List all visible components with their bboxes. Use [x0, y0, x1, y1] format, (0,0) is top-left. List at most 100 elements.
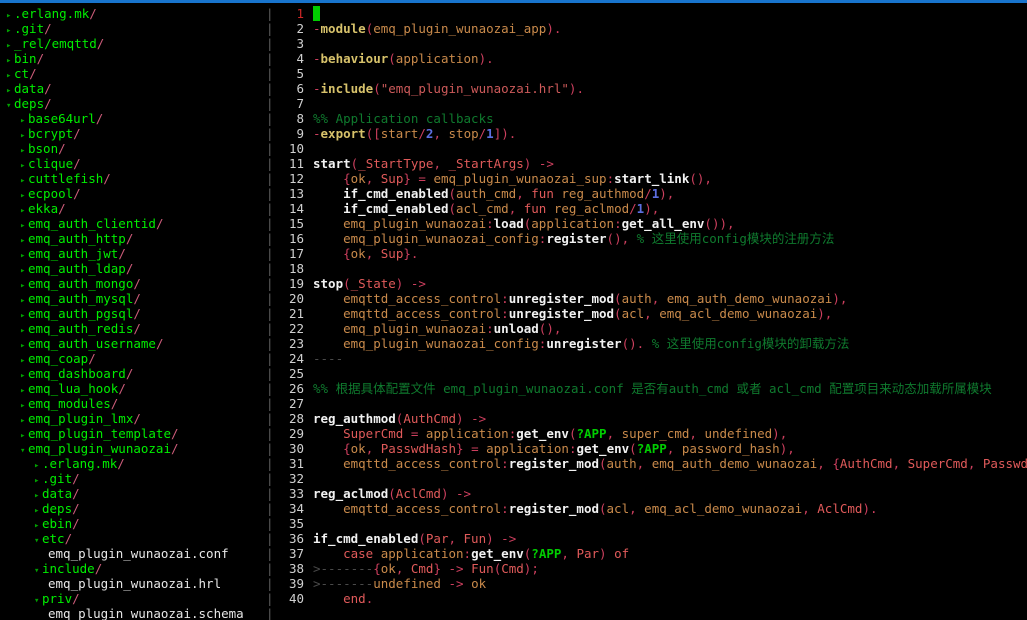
tree-dir-item[interactable]: ▸ emq_auth_username/ [0, 336, 266, 351]
code-line[interactable]: 32 [278, 471, 1027, 486]
code-line[interactable]: 6 -include("emq_plugin_wunaozai.hrl"). [278, 81, 1027, 96]
tree-dir-item[interactable]: ▸ data/ [0, 81, 266, 96]
tree-dir-item[interactable]: ▸ emq_auth_jwt/ [0, 246, 266, 261]
tree-dir-item[interactable]: ▾ priv/ [0, 591, 266, 606]
tree-dir-item[interactable]: ▸ emq_auth_redis/ [0, 321, 266, 336]
tree-dir-item[interactable]: ▸ ct/ [0, 66, 266, 81]
code-line[interactable]: 7 [278, 96, 1027, 111]
code-punct: } [403, 171, 411, 186]
code-line[interactable]: 38 >-------{ok, Cmd} -> Fun(Cmd); [278, 561, 1027, 576]
code-line[interactable]: 25 [278, 366, 1027, 381]
code-punct: . [508, 126, 517, 141]
code-line[interactable]: 28 reg_authmod(AuthCmd) -> [278, 411, 1027, 426]
tree-dir-item[interactable]: ▸ emq_dashboard/ [0, 366, 266, 381]
code-line[interactable]: 18 [278, 261, 1027, 276]
tree-dir-item[interactable]: ▾ deps/ [0, 96, 266, 111]
chevron-down-icon[interactable]: ▾ [6, 99, 14, 114]
tree-dir-item[interactable]: ▸ bin/ [0, 51, 266, 66]
code-punct: , [365, 246, 374, 261]
tree-dir-item[interactable]: ▸ .erlang.mk/ [0, 456, 266, 471]
code-line[interactable]: 21 emqttd_access_control:unregister_mod(… [278, 306, 1027, 321]
tree-dir-item[interactable]: ▸ emq_auth_mysql/ [0, 291, 266, 306]
code-editor-pane[interactable]: 1 2 -module(emq_plugin_wunaozai_app). 3 4 -b… [278, 3, 1027, 620]
tree-dir-item[interactable]: ▸ emq_auth_mongo/ [0, 276, 266, 291]
tree-dir-item[interactable]: ▸ emq_modules/ [0, 396, 266, 411]
tree-item-label: priv [42, 591, 73, 606]
code-line[interactable]: 29 SuperCmd = application:get_env(?APP, … [278, 426, 1027, 441]
code-line[interactable]: 36 if_cmd_enabled(Par, Fun) -> [278, 531, 1027, 546]
code-line[interactable]: 13 if_cmd_enabled(auth_cmd, fun reg_auth… [278, 186, 1027, 201]
code-line[interactable]: 5 [278, 66, 1027, 81]
code-punct: ) [772, 426, 780, 441]
code-line[interactable]: 15 emq_plugin_wunaozai:load(application:… [278, 216, 1027, 231]
tree-dir-item[interactable]: ▸ ebin/ [0, 516, 266, 531]
code-line[interactable]: 3 [278, 36, 1027, 51]
tree-dir-item[interactable]: ▸ clique/ [0, 156, 266, 171]
tree-dir-item[interactable]: ▸ .git/ [0, 471, 266, 486]
tree-dir-item[interactable]: ▸ emq_auth_pgsql/ [0, 306, 266, 321]
tree-dir-item[interactable]: ▸ ecpool/ [0, 186, 266, 201]
tree-dir-item[interactable]: ▸ bcrypt/ [0, 126, 266, 141]
code-line[interactable]: 4 -behaviour(application). [278, 51, 1027, 66]
file-tree-pane[interactable]: ▸ .erlang.mk/▸ .git/▸ _rel/emqttd/▸ bin/▸ ct/… [0, 3, 266, 620]
chevron-down-icon[interactable]: ▾ [34, 564, 42, 579]
code-line[interactable]: 10 [278, 141, 1027, 156]
code-line[interactable]: 2 -module(emq_plugin_wunaozai_app). [278, 21, 1027, 36]
code-punct: , [967, 456, 976, 471]
tree-dir-item[interactable]: ▸ deps/ [0, 501, 266, 516]
tree-dir-item[interactable]: ▸ _rel/emqttd/ [0, 36, 266, 51]
code-line[interactable]: 8 %% Application callbacks [278, 111, 1027, 126]
code-line[interactable]: 27 [278, 396, 1027, 411]
code-line[interactable]: 26 %% 根据具体配置文件 emq_plugin_wunaozai.conf 是… [278, 381, 1027, 396]
tree-dir-item[interactable]: ▾ etc/ [0, 531, 266, 546]
code-line[interactable]: 20 emqttd_access_control:unregister_mod(… [278, 291, 1027, 306]
code-token: get_env [576, 441, 630, 456]
code-line[interactable]: 33 reg_aclmod(AclCmd) -> [278, 486, 1027, 501]
code-line[interactable]: 12 {ok, Sup} = emq_plugin_wunaozai_sup:s… [278, 171, 1027, 186]
chevron-down-icon[interactable]: ▾ [34, 594, 42, 609]
tree-dir-item[interactable]: ▸ emq_auth_clientid/ [0, 216, 266, 231]
chevron-down-icon[interactable]: ▾ [34, 534, 42, 549]
code-line[interactable]: 40 end. [278, 591, 1027, 606]
tree-dir-item[interactable]: ▸ emq_coap/ [0, 351, 266, 366]
tree-dir-item[interactable]: ▸ emq_plugin_lmx/ [0, 411, 266, 426]
code-variable: _StartType [358, 156, 434, 171]
code-line[interactable]: 24 ---- [278, 351, 1027, 366]
tree-dir-item[interactable]: ▸ emq_auth_ldap/ [0, 261, 266, 276]
code-line[interactable]: 11 start(_StartType, _StartArgs) -> [278, 156, 1027, 171]
code-token: emq_acl_demo_wunaozai [644, 501, 803, 516]
tree-dir-item[interactable]: ▸ emq_plugin_template/ [0, 426, 266, 441]
tree-dir-item[interactable]: ▸ .git/ [0, 21, 266, 36]
tree-dir-item[interactable]: ▸ ekka/ [0, 201, 266, 216]
tree-dir-item[interactable]: ▸ emq_auth_http/ [0, 231, 266, 246]
tab-marker: >------- [313, 576, 374, 591]
chevron-down-icon[interactable]: ▾ [20, 444, 28, 459]
tree-dir-item[interactable]: ▾ emq_plugin_wunaozai/ [0, 441, 266, 456]
code-line[interactable]: 34 emqttd_access_control:register_mod(ac… [278, 501, 1027, 516]
tree-dir-item[interactable]: ▸ data/ [0, 486, 266, 501]
tree-dir-item[interactable]: ▸ emq_lua_hook/ [0, 381, 266, 396]
path-separator: / [73, 156, 81, 171]
code-line[interactable]: 31 emqttd_access_control:register_mod(au… [278, 456, 1027, 471]
code-line[interactable]: 39 >-------undefined -> ok [278, 576, 1027, 591]
code-line[interactable]: 23 emq_plugin_wunaozai_config:unregister… [278, 336, 1027, 351]
code-token: stop [448, 126, 479, 141]
tree-dir-item[interactable]: ▸ bson/ [0, 141, 266, 156]
tree-dir-item[interactable]: ▸ cuttlefish/ [0, 171, 266, 186]
code-line[interactable]: 14 if_cmd_enabled(acl_cmd, fun reg_aclmo… [278, 201, 1027, 216]
code-line[interactable]: 30 {ok, PasswdHash} = application:get_en… [278, 441, 1027, 456]
code-line[interactable]: 9 -export([start/2, stop/1]). [278, 126, 1027, 141]
code-line[interactable]: 16 emq_plugin_wunaozai_config:register()… [278, 231, 1027, 246]
code-line[interactable]: 19 stop(_State) -> [278, 276, 1027, 291]
code-punct: : [606, 171, 615, 186]
path-separator: / [44, 81, 52, 96]
code-line[interactable]: 1 [278, 6, 1027, 21]
tree-dir-item[interactable]: ▸ base64url/ [0, 111, 266, 126]
tree-dir-item[interactable]: ▸ .erlang.mk/ [0, 6, 266, 21]
code-line[interactable]: 35 [278, 516, 1027, 531]
code-line[interactable]: 22 emq_plugin_wunaozai:unload(), [278, 321, 1027, 336]
split-divider-cell: | [266, 21, 274, 36]
tree-dir-item[interactable]: ▾ include/ [0, 561, 266, 576]
code-line[interactable]: 17 {ok, Sup}. [278, 246, 1027, 261]
code-line[interactable]: 37 case application:get_env(?APP, Par) o… [278, 546, 1027, 561]
